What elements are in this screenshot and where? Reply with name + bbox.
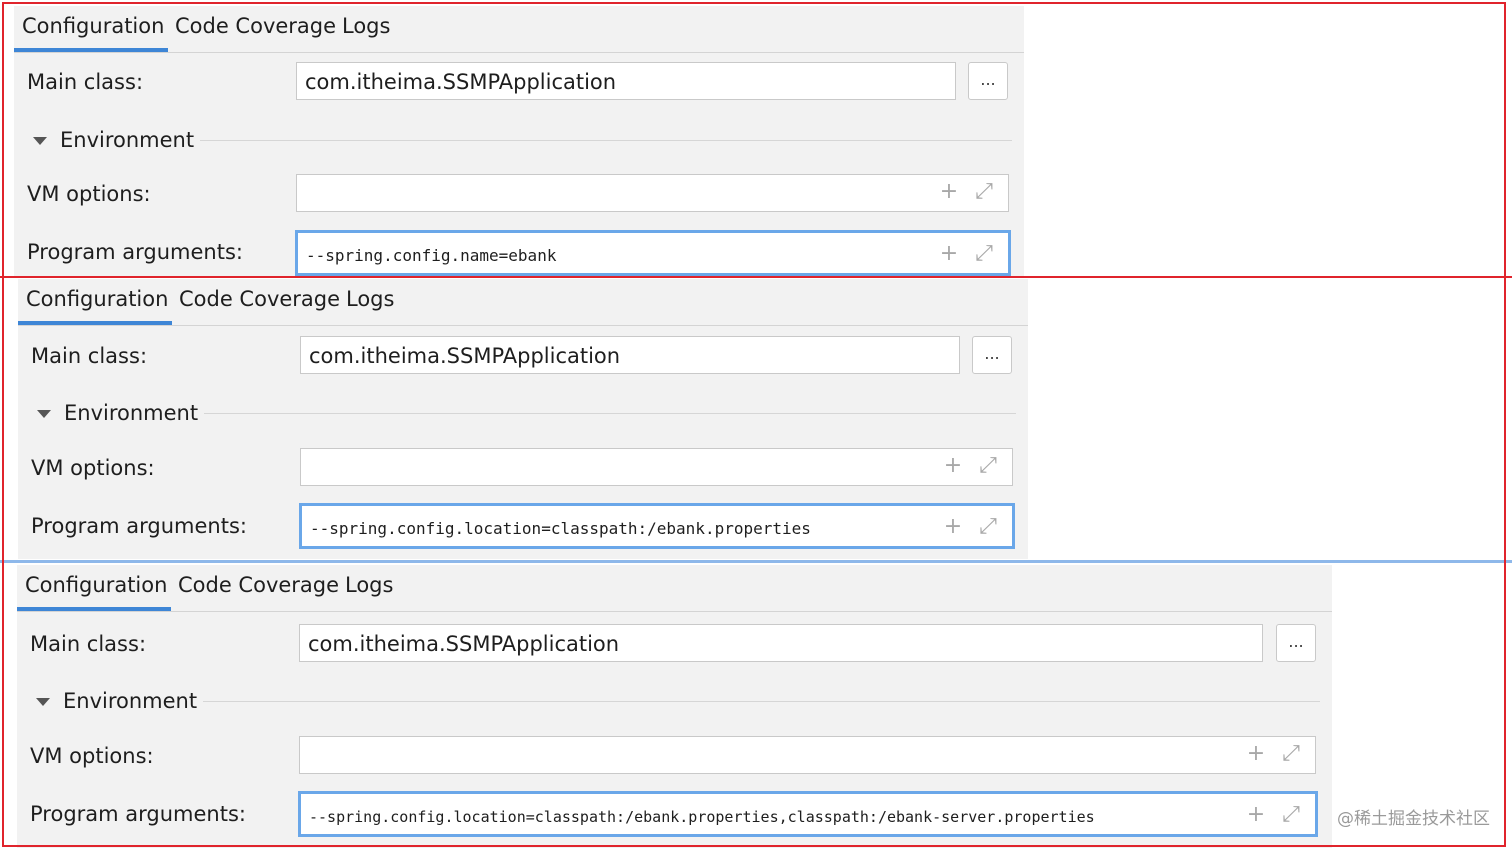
tab-bar: Configuration Code Coverage Logs xyxy=(18,279,1028,326)
section-divider xyxy=(203,701,1320,702)
active-tab-indicator xyxy=(17,607,171,611)
plus-icon[interactable]: + xyxy=(941,515,965,539)
triangle-down-icon[interactable] xyxy=(36,698,50,706)
expand-icon[interactable]: ⤢ xyxy=(1279,742,1303,766)
tab-configuration[interactable]: Configuration xyxy=(26,286,168,312)
vm-options-label: VM options: xyxy=(27,182,151,206)
vm-options-field[interactable]: + ⤢ xyxy=(296,174,1009,212)
tab-bar: Configuration Code Coverage Logs xyxy=(14,6,1024,53)
tab-logs[interactable]: Logs xyxy=(345,572,393,598)
tab-code-coverage[interactable]: Code Coverage xyxy=(179,286,340,312)
environment-section-label[interactable]: Environment xyxy=(63,688,197,714)
triangle-down-icon[interactable] xyxy=(33,137,47,145)
triangle-down-icon[interactable] xyxy=(37,410,51,418)
run-config-panel-1: Configuration Code Coverage Logs Main cl… xyxy=(14,6,1024,276)
program-arguments-value: --spring.config.location=classpath:/eban… xyxy=(310,519,811,538)
expand-icon[interactable]: ⤢ xyxy=(972,180,996,204)
main-class-label: Main class: xyxy=(27,70,144,94)
environment-section-label[interactable]: Environment xyxy=(60,127,194,153)
main-class-value: com.itheima.SSMPApplication xyxy=(308,632,620,656)
program-arguments-value: --spring.config.location=classpath:/eban… xyxy=(309,808,1095,826)
section-divider xyxy=(200,140,1012,141)
expand-icon[interactable]: ⤢ xyxy=(972,242,996,266)
main-class-value: com.itheima.SSMPApplication xyxy=(309,344,621,368)
plus-icon[interactable]: + xyxy=(937,180,961,204)
tab-logs[interactable]: Logs xyxy=(342,13,390,39)
browse-button[interactable]: ... xyxy=(1276,624,1316,662)
main-class-label: Main class: xyxy=(30,632,147,656)
tab-code-coverage[interactable]: Code Coverage xyxy=(178,572,339,598)
main-class-field[interactable]: com.itheima.SSMPApplication xyxy=(299,624,1263,662)
expand-icon[interactable]: ⤢ xyxy=(976,454,1000,478)
browse-button[interactable]: ... xyxy=(968,62,1008,100)
environment-section-label[interactable]: Environment xyxy=(64,400,198,426)
active-tab-indicator xyxy=(14,48,168,52)
main-class-label: Main class: xyxy=(31,344,148,368)
vm-options-field[interactable]: + ⤢ xyxy=(299,736,1316,774)
vm-options-label: VM options: xyxy=(30,744,154,768)
program-arguments-field[interactable]: --spring.config.name=ebank + ⤢ xyxy=(295,230,1011,276)
plus-icon[interactable]: + xyxy=(937,242,961,266)
tab-configuration[interactable]: Configuration xyxy=(22,13,164,39)
active-tab-indicator xyxy=(18,321,172,325)
program-arguments-label: Program arguments: xyxy=(31,514,247,538)
tab-logs[interactable]: Logs xyxy=(346,286,394,312)
section-divider xyxy=(204,413,1016,414)
screenshot-divider xyxy=(0,560,1512,563)
browse-button[interactable]: ... xyxy=(972,336,1012,374)
main-class-value: com.itheima.SSMPApplication xyxy=(305,70,617,94)
run-config-panel-3: Configuration Code Coverage Logs Main cl… xyxy=(17,565,1332,848)
program-arguments-value: --spring.config.name=ebank xyxy=(306,246,557,265)
watermark-text: @稀土掘金技术社区 xyxy=(1337,809,1490,829)
vm-options-field[interactable]: + ⤢ xyxy=(300,448,1013,486)
tab-bar: Configuration Code Coverage Logs xyxy=(17,565,1332,612)
vm-options-label: VM options: xyxy=(31,456,155,480)
plus-icon[interactable]: + xyxy=(1244,803,1268,827)
run-config-panel-2: Configuration Code Coverage Logs Main cl… xyxy=(18,279,1028,559)
screenshot-divider xyxy=(0,276,1512,278)
main-class-field[interactable]: com.itheima.SSMPApplication xyxy=(296,62,956,100)
plus-icon[interactable]: + xyxy=(1244,742,1268,766)
program-arguments-field[interactable]: --spring.config.location=classpath:/eban… xyxy=(299,503,1015,549)
tab-configuration[interactable]: Configuration xyxy=(25,572,167,598)
program-arguments-field[interactable]: --spring.config.location=classpath:/eban… xyxy=(298,791,1318,837)
plus-icon[interactable]: + xyxy=(941,454,965,478)
tab-code-coverage[interactable]: Code Coverage xyxy=(175,13,336,39)
expand-icon[interactable]: ⤢ xyxy=(976,515,1000,539)
program-arguments-label: Program arguments: xyxy=(30,802,246,826)
main-class-field[interactable]: com.itheima.SSMPApplication xyxy=(300,336,960,374)
expand-icon[interactable]: ⤢ xyxy=(1279,803,1303,827)
program-arguments-label: Program arguments: xyxy=(27,240,243,264)
